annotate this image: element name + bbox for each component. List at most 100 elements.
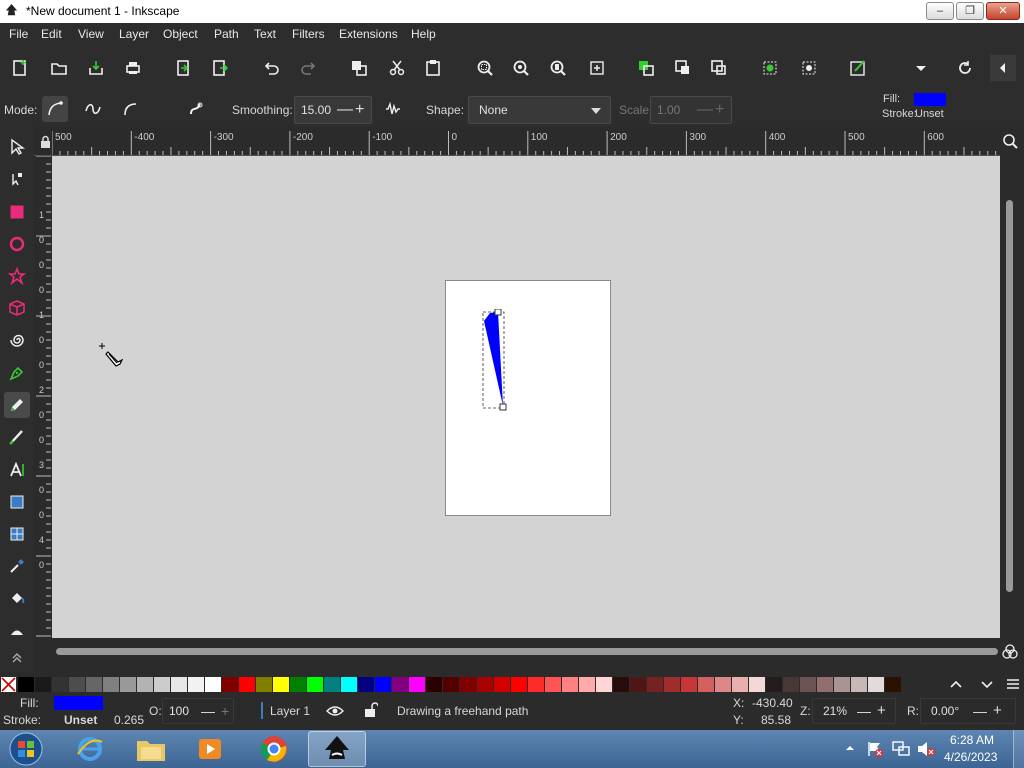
horizontal-ruler[interactable]: 500 -400 -300 -200 -100 0 100 200 300 400 500 600 bbox=[34, 127, 1000, 156]
vertical-ruler[interactable]: 1 0 0 0 1 0 0 2 0 0 3 0 0 4 0 bbox=[34, 156, 52, 638]
palette-swatch[interactable] bbox=[324, 677, 340, 692]
pencil-tool[interactable] bbox=[4, 392, 30, 418]
palette-swatch[interactable] bbox=[358, 677, 374, 692]
drawing-canvas[interactable] bbox=[52, 156, 1000, 638]
snap-controls-button[interactable] bbox=[990, 55, 1016, 81]
mode-spiro-button[interactable] bbox=[80, 96, 106, 122]
unlock-icon[interactable] bbox=[363, 702, 378, 718]
status-stroke-value[interactable]: Unset bbox=[64, 713, 97, 727]
3d-box-tool[interactable] bbox=[4, 295, 30, 321]
star-tool[interactable] bbox=[4, 263, 30, 289]
vertical-scrollbar[interactable] bbox=[1000, 156, 1024, 638]
mode-bspline-button[interactable] bbox=[117, 96, 143, 122]
palette-swatch[interactable] bbox=[188, 677, 204, 692]
clone-button[interactable] bbox=[670, 55, 696, 81]
menu-filters[interactable]: Filters bbox=[292, 27, 325, 41]
style-fill-swatch[interactable] bbox=[914, 93, 946, 106]
menu-view[interactable]: View bbox=[78, 27, 104, 41]
zoom-correction-icon[interactable] bbox=[1002, 133, 1018, 149]
palette-swatch[interactable] bbox=[120, 677, 136, 692]
palette-swatch[interactable] bbox=[511, 677, 527, 692]
zoom-out-icon[interactable]: — bbox=[857, 699, 871, 723]
clock-time[interactable]: 6:28 AM bbox=[950, 733, 994, 747]
save-button[interactable] bbox=[83, 55, 109, 81]
menu-file[interactable]: File bbox=[9, 27, 28, 41]
palette-swatch[interactable] bbox=[783, 677, 799, 692]
mesh-tool[interactable] bbox=[4, 521, 30, 547]
chevron-down-icon[interactable] bbox=[979, 676, 995, 692]
volume-muted-icon[interactable] bbox=[916, 740, 936, 758]
dropper-tool[interactable] bbox=[4, 553, 30, 579]
palette-swatch[interactable] bbox=[715, 677, 731, 692]
palette-swatch[interactable] bbox=[375, 677, 391, 692]
menu-edit[interactable]: Edit bbox=[41, 27, 62, 41]
smoothing-reset-button[interactable] bbox=[380, 96, 406, 122]
scale-spinbox[interactable]: 1.00 — + bbox=[650, 96, 732, 124]
zoom-page-button[interactable] bbox=[545, 55, 571, 81]
smoothing-decrement-icon[interactable]: — bbox=[337, 97, 353, 123]
palette-swatch[interactable] bbox=[732, 677, 748, 692]
group-button[interactable] bbox=[757, 55, 783, 81]
show-desktop-button[interactable] bbox=[1013, 730, 1024, 768]
palette-swatch[interactable] bbox=[579, 677, 595, 692]
palette-swatch[interactable] bbox=[817, 677, 833, 692]
undo-button[interactable] bbox=[258, 55, 284, 81]
palette-swatch[interactable] bbox=[69, 677, 85, 692]
palette-swatch[interactable] bbox=[749, 677, 765, 692]
palette-swatch[interactable] bbox=[630, 677, 646, 692]
palette-swatch[interactable] bbox=[528, 677, 544, 692]
copy-button[interactable] bbox=[346, 55, 372, 81]
document-page[interactable] bbox=[445, 280, 611, 516]
palette-menu-icon[interactable] bbox=[1005, 676, 1021, 692]
no-paint-swatch[interactable] bbox=[1, 677, 16, 692]
opacity-decrement-icon[interactable]: — bbox=[201, 699, 215, 723]
palette-swatch[interactable] bbox=[409, 677, 425, 692]
taskbar-file-explorer[interactable] bbox=[125, 731, 177, 767]
palette-swatch[interactable] bbox=[205, 677, 221, 692]
close-button[interactable]: ✕ bbox=[986, 2, 1020, 20]
taskbar-chrome[interactable] bbox=[248, 731, 300, 767]
palette-swatch[interactable] bbox=[392, 677, 408, 692]
zoom-page-width-button[interactable] bbox=[584, 55, 610, 81]
palette-swatch[interactable] bbox=[596, 677, 612, 692]
smoothing-spinbox[interactable]: 15.00 — + bbox=[294, 96, 372, 124]
menu-object[interactable]: Object bbox=[163, 27, 198, 41]
opacity-increment-icon[interactable]: + bbox=[221, 699, 229, 723]
import-button[interactable] bbox=[170, 55, 196, 81]
palette-swatch[interactable] bbox=[851, 677, 867, 692]
palette-swatch[interactable] bbox=[256, 677, 272, 692]
rectangle-tool[interactable] bbox=[4, 199, 30, 225]
ellipse-tool[interactable] bbox=[4, 231, 30, 257]
menu-extensions[interactable]: Extensions bbox=[339, 27, 398, 41]
paste-button[interactable] bbox=[420, 55, 446, 81]
freehand-path-shape[interactable] bbox=[480, 309, 508, 411]
palette-swatch[interactable] bbox=[834, 677, 850, 692]
open-button[interactable] bbox=[46, 55, 72, 81]
palette-swatch[interactable] bbox=[222, 677, 238, 692]
status-stroke-width[interactable]: 0.265 bbox=[114, 713, 144, 727]
status-fill-swatch[interactable] bbox=[54, 696, 103, 710]
zoom-spinbox[interactable]: 21% — + bbox=[812, 698, 896, 724]
menu-text[interactable]: Text bbox=[254, 27, 276, 41]
text-tool[interactable] bbox=[4, 457, 30, 483]
current-layer[interactable]: Layer 1 bbox=[270, 704, 310, 718]
gradient-tool[interactable] bbox=[4, 489, 30, 515]
vertical-scroll-thumb[interactable] bbox=[1006, 200, 1013, 592]
node-tool[interactable] bbox=[4, 166, 30, 192]
taskbar-inkscape[interactable] bbox=[308, 731, 366, 767]
zoom-drawing-button[interactable] bbox=[508, 55, 534, 81]
maximize-button[interactable]: ❐ bbox=[956, 2, 984, 20]
palette-swatch[interactable] bbox=[681, 677, 697, 692]
minimize-button[interactable]: – bbox=[926, 2, 954, 20]
palette-swatch[interactable] bbox=[273, 677, 289, 692]
spiral-tool[interactable] bbox=[4, 327, 30, 353]
palette-swatch[interactable] bbox=[698, 677, 714, 692]
pressure-toggle-button[interactable] bbox=[183, 96, 209, 122]
zoom-in-icon[interactable]: + bbox=[877, 699, 886, 723]
style-stroke-value[interactable]: Unset bbox=[915, 108, 944, 120]
eye-icon[interactable] bbox=[326, 703, 344, 719]
duplicate-button[interactable] bbox=[633, 55, 659, 81]
cut-button[interactable] bbox=[384, 55, 410, 81]
start-button[interactable] bbox=[4, 731, 48, 767]
xml-editor-button[interactable] bbox=[845, 55, 871, 81]
